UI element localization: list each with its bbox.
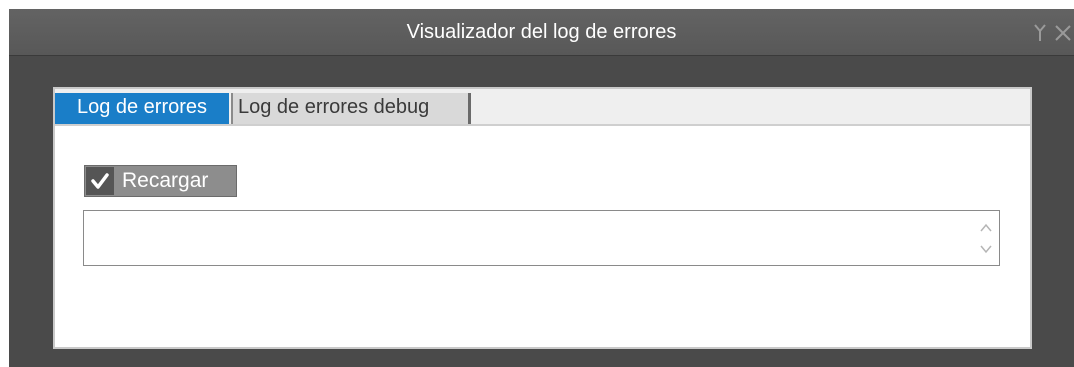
checkmark-icon [86, 167, 114, 195]
close-icon[interactable] [1053, 22, 1073, 44]
log-textarea[interactable] [83, 210, 1000, 266]
tab-log-de-errores-debug[interactable]: Log de errores debug [231, 93, 471, 124]
reload-checkbox[interactable]: Recargar [84, 165, 237, 197]
title-bar[interactable]: Visualizador del log de errores [9, 9, 1074, 56]
textarea-scrollbar[interactable] [973, 211, 999, 265]
tab-panel: Log de errores Log de errores debug Reca… [53, 87, 1032, 349]
tab-bar: Log de errores Log de errores debug [55, 89, 1030, 126]
tab-log-de-errores[interactable]: Log de errores [55, 93, 229, 124]
pin-icon[interactable] [1030, 22, 1050, 44]
error-log-window: Visualizador del log de errores Log de e… [9, 9, 1074, 367]
chevron-up-icon[interactable] [980, 223, 992, 233]
reload-checkbox-label: Recargar [122, 169, 209, 192]
window-title: Visualizador del log de errores [406, 21, 677, 43]
chevron-down-icon[interactable] [980, 244, 992, 254]
